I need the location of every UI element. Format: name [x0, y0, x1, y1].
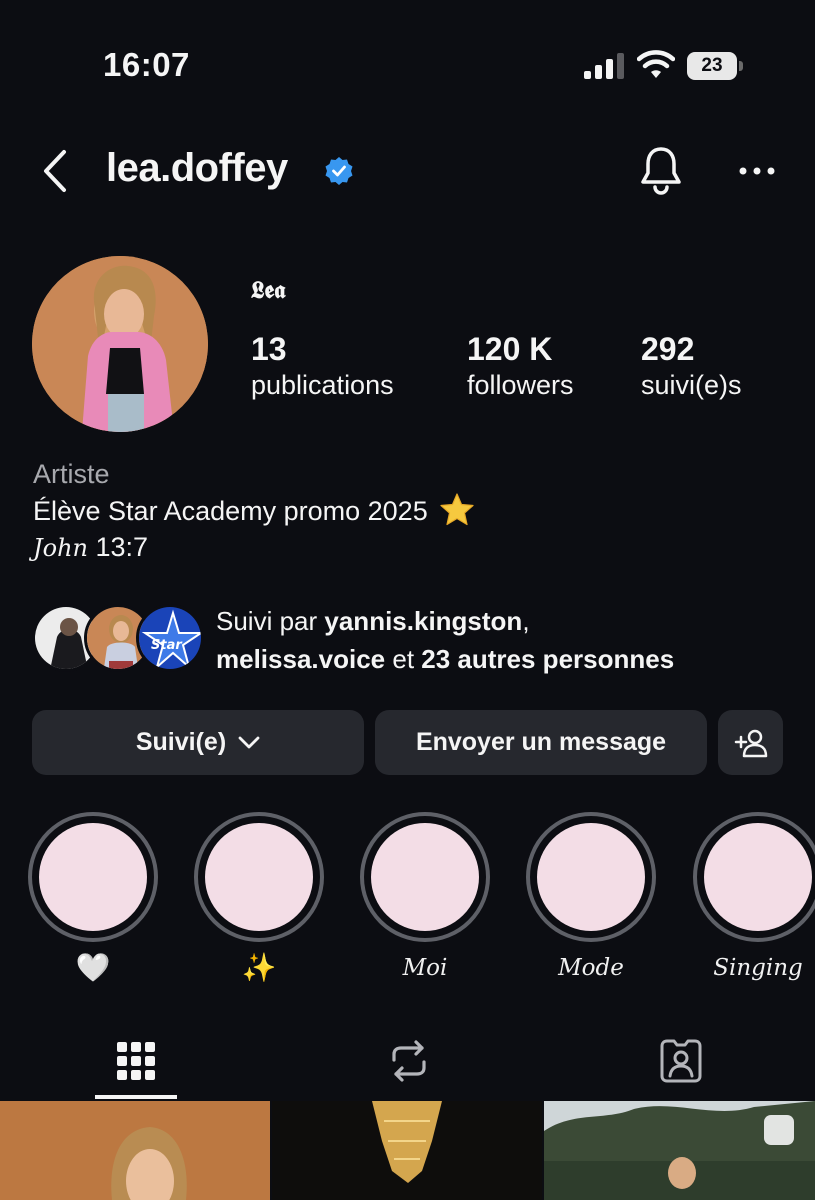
verified-icon	[325, 157, 353, 185]
followed-by-avatars[interactable]: Star	[32, 604, 204, 672]
highlight-label: ✨	[241, 951, 277, 984]
followed-others: 23 autres personnes	[421, 644, 675, 674]
followed-user-1: yannis.kingston	[324, 606, 523, 636]
bio-verse-ref: 13:7	[95, 532, 149, 562]
following-button[interactable]: Suivi(e)	[32, 710, 364, 775]
message-button-label: Envoyer un message	[415, 728, 667, 756]
post-thumbnail[interactable]	[544, 1101, 815, 1200]
stat-value: 120 K	[467, 331, 553, 367]
tab-posts[interactable]	[95, 1022, 177, 1100]
status-bar: 16:07 23	[0, 0, 815, 120]
highlight-cover	[360, 812, 490, 942]
highlight-label: Singing	[713, 955, 803, 981]
following-button-label: Suivi(e)	[135, 728, 227, 756]
stat-label: suivi(e)s	[641, 370, 742, 400]
story-highlight[interactable]: 🤍	[28, 812, 158, 986]
stat-publications[interactable]: 13 publications	[251, 330, 394, 402]
tab-reposts[interactable]	[368, 1022, 450, 1100]
highlight-label: Mode	[558, 955, 624, 981]
svg-text:Star: Star	[151, 638, 183, 653]
stat-value: 13	[251, 331, 287, 367]
post-image	[272, 1101, 542, 1200]
more-icon[interactable]	[736, 160, 778, 182]
stat-followers[interactable]: 120 K followers	[467, 330, 574, 402]
suggest-user-button[interactable]	[718, 710, 783, 775]
highlight-cover	[526, 812, 656, 942]
followed-prefix: Suivi par	[216, 606, 318, 636]
post-image	[544, 1101, 815, 1200]
highlight-cover	[693, 812, 815, 942]
grid-icon	[117, 1042, 155, 1080]
profile-avatar[interactable]	[32, 256, 208, 432]
story-highlight[interactable]: ✨	[194, 812, 324, 986]
battery-icon: 23	[687, 52, 743, 80]
tagged-icon	[660, 1039, 702, 1083]
message-button[interactable]: Envoyer un message	[375, 710, 707, 775]
highlight-cover	[194, 812, 324, 942]
bio-verse: John 13:7	[33, 529, 475, 566]
bio-verse-name: John	[33, 534, 88, 562]
wifi-icon	[637, 50, 675, 78]
followed-user-2: melissa.voice	[216, 644, 386, 674]
tab-tagged[interactable]	[640, 1022, 722, 1100]
story-highlight[interactable]: Singing	[693, 812, 815, 986]
profile-username: lea.doffey	[106, 146, 288, 190]
followed-separator: ,	[522, 606, 530, 636]
bio-line: Élève Star Academy promo 2025	[33, 492, 475, 529]
stat-value: 292	[641, 331, 695, 367]
post-thumbnail[interactable]	[0, 1101, 270, 1200]
highlight-cover	[28, 812, 158, 942]
story-highlight[interactable]: Mode	[526, 812, 656, 986]
stat-following[interactable]: 292 suivi(e)s	[641, 330, 742, 402]
avatar-photo	[32, 256, 208, 432]
followed-by-text[interactable]: Suivi par yannis.kingston, melissa.voice…	[216, 602, 674, 678]
post-image	[0, 1101, 270, 1200]
bio-text: Élève Star Academy promo 2025	[33, 496, 428, 526]
back-icon[interactable]	[36, 146, 76, 196]
profile-bio: Artiste Élève Star Academy promo 2025 Jo…	[33, 456, 475, 566]
followed-conj: et	[392, 644, 415, 674]
follower-avatar: Star	[136, 604, 204, 672]
bell-icon[interactable]	[637, 143, 685, 197]
story-highlight[interactable]: Moi	[360, 812, 490, 986]
stat-label: publications	[251, 370, 394, 400]
highlight-label: Moi	[402, 955, 448, 981]
post-thumbnail[interactable]	[272, 1101, 542, 1200]
chevron-down-icon	[238, 736, 260, 748]
star-icon	[440, 493, 474, 526]
highlight-label: 🤍	[75, 951, 111, 984]
display-name: 𝕷𝖊𝖆	[251, 275, 286, 304]
battery-level: 23	[701, 55, 723, 76]
add-person-icon	[734, 729, 767, 757]
signal-icon	[584, 53, 624, 79]
active-tab-indicator	[95, 1095, 177, 1099]
status-time: 16:07	[103, 46, 190, 83]
bio-category: Artiste	[33, 459, 110, 489]
repost-icon	[392, 1040, 426, 1082]
stat-label: followers	[467, 370, 574, 400]
